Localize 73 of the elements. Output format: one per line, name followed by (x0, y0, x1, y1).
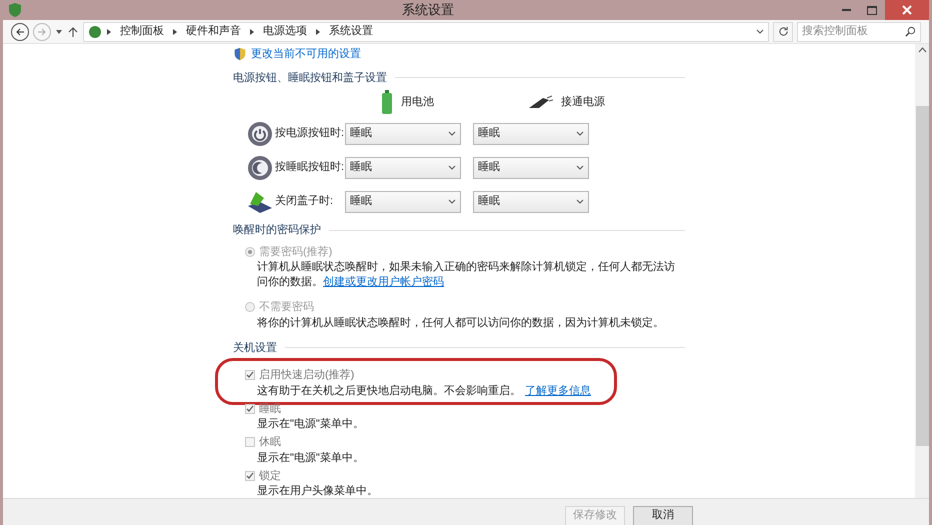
option-description: 将你的计算机从睡眠状态唤醒时，任何人都可以访问你的数据，因为计算机未锁定。 (256, 316, 665, 330)
close-icon (902, 5, 912, 15)
chevron-down-icon (576, 130, 584, 136)
create-password-link[interactable]: 创建或更改用户帐户密码 (323, 276, 444, 288)
moon-button-icon (247, 154, 273, 180)
arrow-up-icon[interactable] (67, 26, 79, 38)
option-description: 计算机从睡眠状态唤醒时，如果未输入正确的密码来解除计算机锁定，任何人都无法访问你的数据。创建或更改用户帐户密码 (256, 260, 676, 290)
scrollbar[interactable] (915, 44, 929, 498)
shield-icon (233, 47, 247, 62)
radio-button[interactable] (245, 302, 255, 312)
checkbox[interactable] (245, 404, 255, 414)
window-title: 系统设置 (401, 1, 455, 20)
cancel-button[interactable]: 取消 (633, 506, 693, 525)
caret-down-icon[interactable] (55, 28, 63, 34)
checkbox[interactable] (245, 470, 255, 481)
dropdown[interactable]: 睡眠 (345, 156, 461, 178)
dropdown[interactable]: 睡眠 (473, 190, 589, 212)
item-description: 显示在用户头像菜单中。 (256, 484, 378, 498)
section-title: 电源按钮、睡眠按钮和盖子设置 (233, 70, 387, 86)
dropdown[interactable]: 睡眠 (345, 190, 461, 212)
checkbox[interactable] (245, 437, 255, 448)
chevron-right-icon (106, 28, 112, 36)
checkbox[interactable] (245, 370, 255, 380)
dropdown[interactable]: 睡眠 (473, 156, 589, 178)
breadcrumb-item[interactable]: 控制面板 (116, 23, 168, 40)
option-label: 不需要密码 (259, 300, 314, 315)
chevron-down-icon (576, 198, 584, 204)
setting-label: 按电源按钮时: (275, 126, 345, 142)
checkbox-label: 睡眠 (259, 402, 281, 416)
shield-icon (7, 2, 23, 18)
checkbox-label: 休眠 (259, 435, 281, 450)
arrow-left-icon (15, 26, 25, 36)
address-field[interactable]: 控制面板 硬件和声音 电源选项 系统设置 (83, 22, 769, 42)
search-field[interactable]: 搜索控制面板 (797, 22, 921, 42)
search-icon (905, 26, 916, 37)
item-description: 显示在"电源"菜单中。 (256, 450, 364, 464)
chevron-down-icon (448, 164, 456, 170)
battery-icon (381, 90, 393, 114)
chevron-down-icon (448, 130, 456, 136)
breadcrumb-item[interactable]: 系统设置 (325, 23, 377, 40)
breadcrumb-item[interactable]: 电源选项 (259, 23, 311, 40)
close-button[interactable] (885, 0, 929, 20)
chevron-right-icon (315, 28, 321, 36)
dropdown[interactable]: 睡眠 (345, 122, 461, 144)
change-settings-link[interactable]: 更改当前不可用的设置 (251, 46, 361, 62)
chevron-down-icon (448, 198, 456, 204)
laptop-lid-icon (246, 190, 274, 214)
search-input[interactable]: 搜索控制面板 (802, 23, 905, 40)
chevron-right-icon (172, 28, 178, 36)
refresh-icon (778, 26, 788, 37)
item-description: 显示在"电源"菜单中。 (256, 417, 364, 431)
back-button[interactable] (11, 22, 29, 40)
checkbox-label: 锁定 (259, 468, 281, 484)
item-description: 这有助于在关机之后更快地启动电脑。不会影响重启。 了解更多信息 (256, 384, 591, 398)
power-plug-icon (527, 95, 553, 109)
chevron-down-icon (576, 164, 584, 170)
setting-label: 按睡眠按钮时: (275, 160, 345, 176)
refresh-button[interactable] (773, 22, 793, 42)
arrow-right-icon (37, 26, 47, 36)
column-header: 用电池 (401, 94, 434, 110)
chevron-down-icon[interactable] (756, 28, 764, 34)
checkbox-label: 启用快速启动(推荐) (259, 368, 354, 383)
setting-label: 关闭盖子时: (275, 194, 334, 210)
section-title: 唤醒时的密码保护 (233, 222, 321, 238)
power-button-icon (247, 120, 273, 146)
dropdown[interactable]: 睡眠 (473, 122, 589, 144)
option-label: 需要密码(推荐) (259, 244, 332, 260)
radio-button[interactable] (245, 246, 255, 257)
breadcrumb-item[interactable]: 硬件和声音 (182, 23, 245, 40)
learn-more-link[interactable]: 了解更多信息 (525, 384, 591, 396)
section-title: 关机设置 (233, 340, 277, 356)
column-header: 接通电源 (561, 94, 605, 110)
chevron-right-icon (249, 28, 255, 36)
